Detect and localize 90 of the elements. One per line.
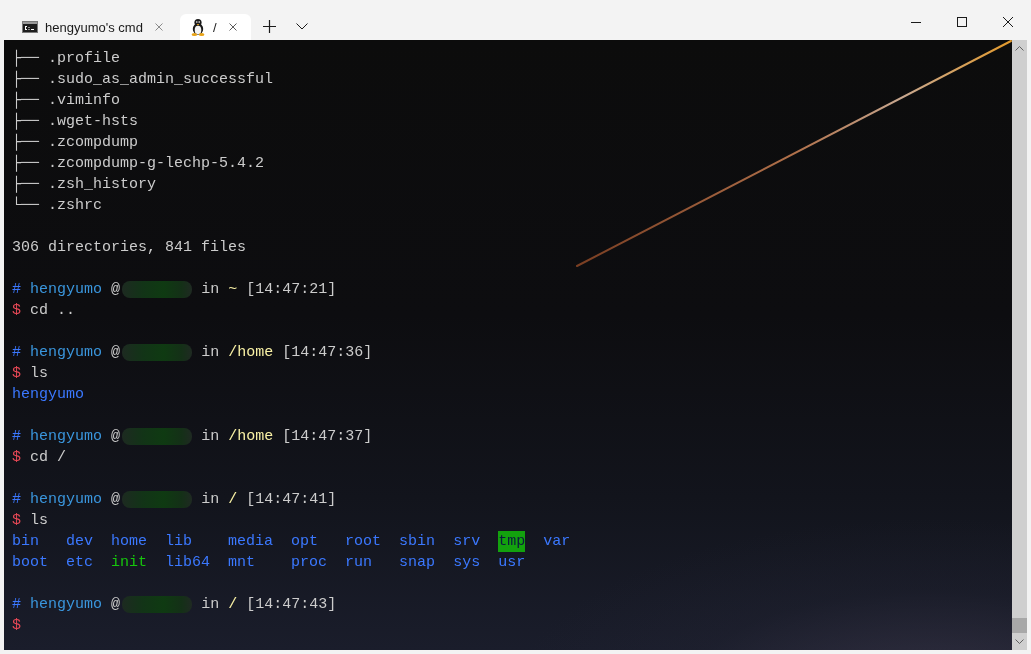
command-text: ls (30, 364, 49, 384)
terminal-text: [14:47:43] (246, 595, 337, 615)
directory-name: lib64 (165, 553, 211, 573)
plus-icon (263, 19, 276, 33)
terminal-text: ├── .zsh_history (12, 174, 157, 195)
prompt-symbol: $ (12, 448, 21, 468)
terminal-text: in (201, 280, 220, 300)
prompt-path: / (228, 595, 238, 615)
directory-name: srv (453, 532, 481, 552)
prompt-symbol: # (12, 595, 21, 615)
directory-name: sys (453, 553, 481, 573)
terminal-text: [14:47:36] (282, 343, 373, 363)
terminal-text: @ (111, 595, 121, 615)
directory-name: tmp (498, 531, 526, 552)
directory-name: var (543, 532, 571, 552)
terminal-text: @ (111, 280, 121, 300)
chevron-up-icon[interactable] (1015, 46, 1024, 51)
terminal-text: in (201, 490, 220, 510)
directory-name: home (111, 532, 148, 552)
prompt-symbol: $ (12, 616, 21, 636)
directory-name: mnt (228, 553, 256, 573)
tab[interactable]: / (179, 14, 251, 40)
prompt-username: hengyumo (30, 595, 103, 615)
prompt-username: hengyumo (30, 490, 103, 510)
directory-name: dev (66, 532, 94, 552)
terminal-text: ├── .zcompdump (12, 132, 139, 153)
command-text: cd / (30, 448, 67, 468)
redaction-blur (122, 491, 193, 508)
prompt-path: ~ (228, 280, 238, 300)
terminal-text: ├── .sudo_as_admin_successful (12, 69, 274, 90)
scrollbar[interactable] (1012, 40, 1027, 650)
prompt-path: /home (228, 427, 274, 447)
tab[interactable]: hengyumo's cmd (12, 14, 177, 40)
close-icon[interactable] (228, 23, 237, 31)
directory-name: opt (291, 532, 319, 552)
terminal-text: [14:47:21] (246, 280, 337, 300)
terminal-text: @ (111, 490, 121, 510)
directory-name: usr (498, 553, 526, 573)
terminal-text: └── .zshrc (12, 195, 102, 216)
chevron-down-icon[interactable] (1015, 639, 1024, 644)
directory-name: run (345, 553, 373, 573)
terminal-text: in (201, 595, 220, 615)
prompt-symbol: # (12, 427, 21, 447)
terminal-text: [14:47:37] (282, 427, 373, 447)
terminal-text: in (201, 427, 220, 447)
chevron-down-icon (295, 22, 308, 30)
redaction-blur (122, 344, 193, 361)
prompt-username: hengyumo (30, 427, 103, 447)
maximize-icon (957, 17, 967, 27)
scrollbar-thumb[interactable] (1012, 618, 1027, 633)
prompt-symbol: $ (12, 301, 21, 321)
prompt-symbol: $ (12, 364, 21, 384)
close-icon (1003, 17, 1013, 27)
prompt-symbol: $ (12, 511, 21, 531)
prompt-path: / (228, 490, 238, 510)
terminal-text: ├── .wget-hsts (12, 111, 139, 132)
directory-name: boot (12, 553, 48, 573)
redaction-blur (122, 281, 193, 298)
prompt-username: hengyumo (30, 280, 103, 300)
directory-name: root (345, 532, 382, 552)
penguin-icon (189, 18, 206, 36)
command-text: cd .. (30, 301, 76, 321)
directory-name: lib (165, 532, 193, 552)
directory-name: media (228, 532, 274, 552)
console-icon (22, 21, 38, 33)
prompt-symbol: # (12, 343, 21, 363)
directory-name: proc (291, 553, 328, 573)
terminal-text: in (201, 343, 220, 363)
prompt-path: /home (228, 343, 274, 363)
directory-name: sbin (399, 532, 436, 552)
terminal-text: ├── .profile (12, 48, 121, 69)
command-text: ls (30, 511, 49, 531)
directory-name: hengyumo (12, 385, 84, 405)
prompt-symbol: # (12, 280, 21, 300)
terminal-text: 306 directories, 841 files (12, 238, 247, 258)
terminal-text: ├── .viminfo (12, 90, 121, 111)
prompt-username: hengyumo (30, 343, 103, 363)
terminal-text: @ (111, 427, 121, 447)
redaction-blur (122, 428, 193, 445)
terminal-text: @ (111, 343, 121, 363)
prompt-symbol: # (12, 490, 21, 510)
directory-name: snap (399, 553, 436, 573)
terminal-text: ├── .zcompdump-g-lechp-5.4.2 (12, 153, 265, 174)
redaction-blur (122, 596, 193, 613)
minimize-icon (911, 21, 921, 23)
close-icon[interactable] (154, 23, 163, 31)
terminal-text: [14:47:41] (246, 490, 337, 510)
directory-name: bin (12, 532, 39, 552)
directory-name: etc (66, 553, 94, 573)
executable-name: init (111, 553, 148, 573)
